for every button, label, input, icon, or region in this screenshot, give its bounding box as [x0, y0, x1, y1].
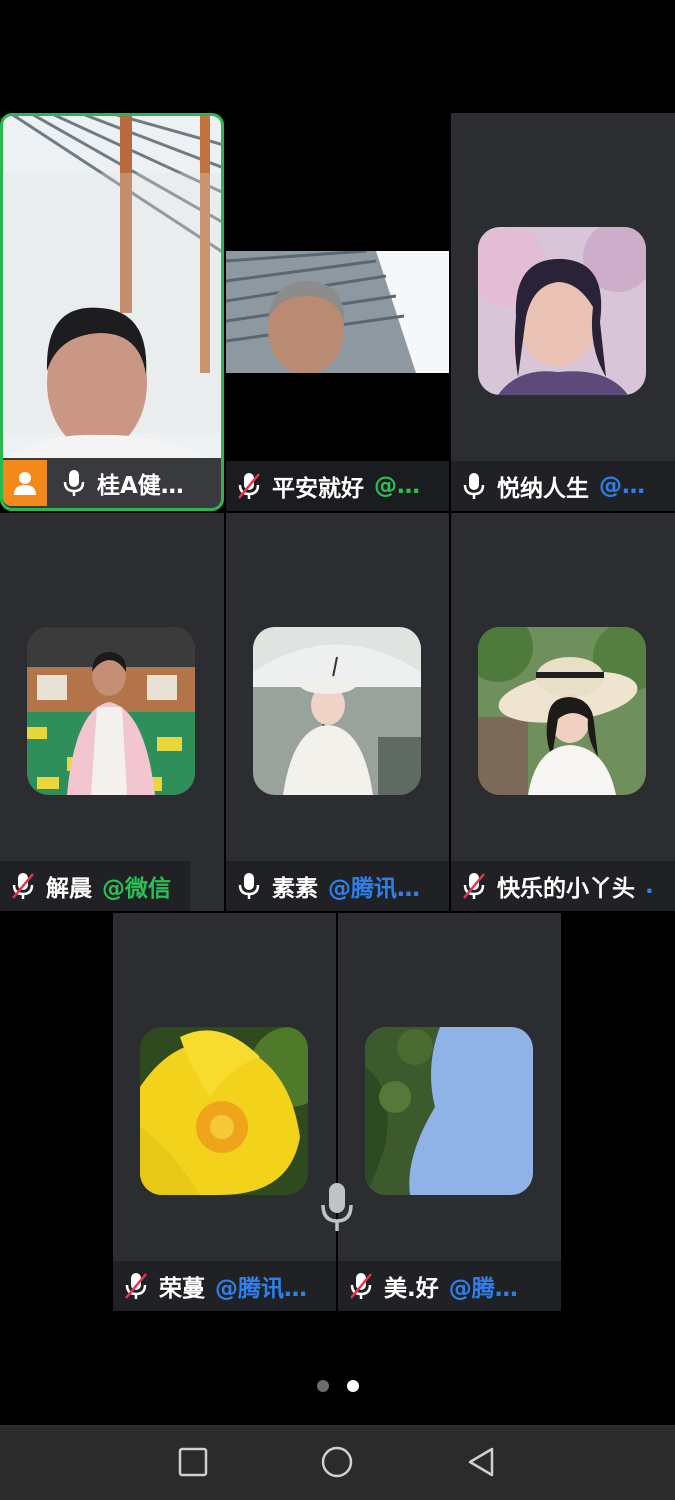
page-indicator — [0, 1380, 675, 1394]
mic-muted-icon — [12, 873, 34, 899]
back-icon[interactable] — [466, 1446, 496, 1478]
participant-tile-5[interactable]: 素素 @腾讯… — [226, 513, 449, 911]
participant-label-1: 桂A健… — [3, 458, 221, 508]
mic-muted-icon — [350, 1273, 372, 1299]
mic-icon — [463, 473, 485, 499]
participant-label-2: 平安就好 @… — [226, 461, 449, 511]
recent-apps-icon[interactable] — [178, 1447, 208, 1477]
participant-label-4: 解晨 @微信 — [0, 861, 190, 911]
participant-tile-4[interactable]: 解晨 @微信 — [0, 513, 224, 911]
participant-avatar-5 — [253, 627, 421, 795]
participant-name: 解晨 — [46, 876, 92, 902]
participant-name: 素素 — [272, 876, 318, 902]
mic-muted-icon — [125, 1273, 147, 1299]
participant-source: @腾讯… — [328, 876, 420, 902]
participant-tile-7[interactable]: 荣蔓 @腾讯… — [113, 913, 336, 1311]
participant-source: . — [645, 873, 654, 899]
mic-muted-icon — [238, 473, 260, 499]
participant-source: @腾讯… — [215, 1276, 307, 1302]
home-icon[interactable] — [321, 1446, 353, 1478]
participant-name: 桂A健… — [97, 473, 184, 499]
participant-label-3: 悦纳人生 @… — [451, 461, 675, 511]
participant-name: 荣蔓 — [159, 1276, 205, 1302]
mic-muted-icon — [463, 873, 485, 899]
participant-avatar-8 — [365, 1027, 533, 1195]
participant-avatar-3 — [478, 227, 646, 395]
participant-name: 美.好 — [384, 1276, 439, 1302]
participant-source: @… — [599, 473, 645, 499]
participant-tile-2[interactable]: 平安就好 @… — [226, 113, 449, 511]
host-badge — [3, 460, 47, 506]
meeting-screen: 桂A健… 平安就好 @… 悦纳人生 @… 解晨 @微信 素素 @腾讯… 快乐的小… — [0, 0, 675, 1500]
participant-source: @腾… — [448, 1276, 518, 1302]
floating-mic-button[interactable] — [313, 1178, 361, 1236]
participant-avatar-7 — [140, 1027, 308, 1195]
participant-video-2 — [226, 251, 449, 373]
participant-label-7: 荣蔓 @腾讯… — [113, 1261, 336, 1311]
page-dot-1[interactable] — [316, 1380, 329, 1392]
participant-source: @微信 — [102, 876, 171, 902]
page-dot-2[interactable] — [346, 1380, 359, 1392]
participant-video-1 — [3, 116, 221, 508]
participant-tile-1[interactable]: 桂A健… — [0, 113, 224, 511]
participant-name: 悦纳人生 — [497, 476, 589, 502]
participant-label-6: 快乐的小丫头 . — [451, 861, 675, 911]
participant-tile-6[interactable]: 快乐的小丫头 . — [451, 513, 675, 911]
mic-icon — [238, 873, 260, 899]
participant-avatar-6 — [478, 627, 646, 795]
participant-label-8: 美.好 @腾… — [338, 1261, 561, 1311]
system-nav-bar — [0, 1425, 675, 1500]
floating-mic-icon — [321, 1183, 353, 1231]
host-person-icon — [14, 472, 36, 495]
mic-icon — [63, 470, 85, 496]
participant-label-5: 素素 @腾讯… — [226, 861, 449, 911]
participant-source: @… — [374, 473, 420, 499]
participant-tile-3[interactable]: 悦纳人生 @… — [451, 113, 675, 511]
participant-name: 平安就好 — [272, 476, 364, 502]
participant-tile-8[interactable]: 美.好 @腾… — [338, 913, 561, 1311]
participant-name: 快乐的小丫头 — [497, 876, 635, 902]
participant-avatar-4 — [27, 627, 195, 795]
